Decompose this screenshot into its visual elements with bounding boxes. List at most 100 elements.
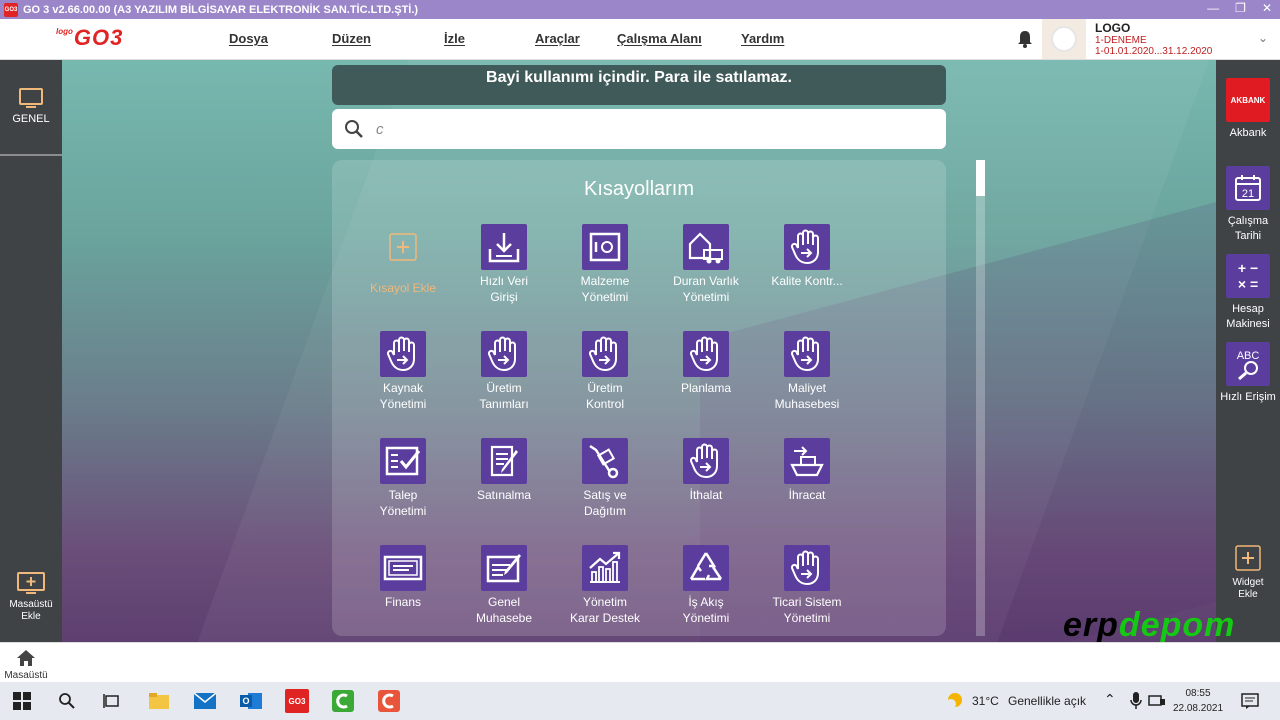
shortcut-label: İş Akış Yönetimi <box>682 595 730 625</box>
shortcut-item[interactable]: Üretim Kontrol <box>557 331 653 412</box>
search-input[interactable] <box>376 120 916 138</box>
sidebar-item-hesap-makinesi[interactable]: + − × = Hesap Makinesi <box>1216 254 1280 332</box>
hand-arrow-icon <box>481 331 527 377</box>
go3-taskbar-icon[interactable]: GO3 <box>285 689 309 713</box>
chevron-down-icon[interactable]: ⌄ <box>1258 31 1268 45</box>
app-green-icon[interactable] <box>331 689 355 713</box>
maximize-button[interactable]: ❐ <box>1235 1 1246 15</box>
shortcut-item[interactable]: Yönetim Karar Destek <box>557 545 653 626</box>
notification-icon[interactable] <box>1238 689 1262 713</box>
sidebar-item-calisma-tarihi[interactable]: 21 Çalışma Tarihi <box>1216 166 1280 244</box>
shortcut-item[interactable]: Hızlı Veri Girişi <box>456 224 552 305</box>
windows-start-icon[interactable] <box>10 689 34 713</box>
home-button[interactable]: Masaüstü <box>2 649 50 681</box>
add-shortcut-button[interactable]: Kısayol Ekle <box>355 224 451 296</box>
shortcut-item[interactable]: İthalat <box>658 438 754 503</box>
outlook-icon[interactable]: O <box>239 689 263 713</box>
widget-add-label: Widget Ekle <box>1232 577 1264 600</box>
sidebar-item-akbank[interactable]: AKBANK Akbank <box>1216 78 1280 141</box>
menu-izle[interactable]: İzle <box>444 31 465 46</box>
shortcut-label: Genel Muhasebe <box>475 595 533 625</box>
weather-temp[interactable]: 31°C <box>972 694 999 708</box>
close-button[interactable]: ✕ <box>1262 1 1272 15</box>
menu-calisma-alani[interactable]: Çalışma Alanı <box>617 31 702 46</box>
scrollbar-thumb[interactable] <box>976 160 985 196</box>
clock-time: 08:55 <box>1185 688 1211 699</box>
widget-add-button[interactable]: Widget Ekle <box>1216 544 1280 601</box>
hand-arrow-icon <box>582 331 628 377</box>
shortcut-item[interactable]: Maliyet Muhasebesi <box>759 331 855 412</box>
house-truck-icon <box>683 224 729 270</box>
bell-icon[interactable] <box>1015 29 1035 49</box>
menu-duzen[interactable]: Düzen <box>332 31 371 46</box>
home-icon <box>17 650 35 666</box>
hand-arrow-icon <box>784 331 830 377</box>
sidebar-label-hesap-makinesi: Hesap Makinesi <box>1226 303 1270 330</box>
shortcut-label: Satınalma <box>476 488 532 502</box>
shortcut-item[interactable]: Kaynak Yönetimi <box>355 331 451 412</box>
bottom-bar: Masaüstü <box>0 642 1280 682</box>
plus-box-icon <box>1235 545 1261 571</box>
menu-bar: logo GO3 Dosya Düzen İzle Araçlar Çalışm… <box>0 19 1280 60</box>
menu-dosya[interactable]: Dosya <box>229 31 268 46</box>
company-name: LOGO <box>1095 21 1131 35</box>
search-box[interactable] <box>332 109 946 149</box>
sidebar-label-akbank: Akbank <box>1229 127 1267 139</box>
desktop-add-button[interactable]: Masaüstü Ekle <box>0 572 62 623</box>
plus-icon <box>380 224 426 270</box>
network-icon[interactable] <box>1145 689 1169 713</box>
menu-yardim[interactable]: Yardım <box>741 31 784 46</box>
shortcut-item[interactable]: Üretim Tanımları <box>456 331 552 412</box>
minimize-button[interactable]: — <box>1207 1 1219 15</box>
chevron-up-icon[interactable]: ⌃ <box>1104 691 1116 708</box>
hand-arrow-icon <box>683 438 729 484</box>
hand-truck-icon <box>582 438 628 484</box>
shortcut-item[interactable]: Malzeme Yönetimi <box>557 224 653 305</box>
search-icon[interactable] <box>55 689 79 713</box>
shortcut-label: Üretim Tanımları <box>479 381 529 411</box>
sidebar-item-genel[interactable]: GENEL <box>0 88 62 156</box>
akbank-icon: AKBANK <box>1226 78 1270 122</box>
shortcut-item[interactable]: Talep Yönetimi <box>355 438 451 519</box>
mail-icon[interactable] <box>193 689 217 713</box>
shortcut-item[interactable]: Satış ve Dağıtım <box>557 438 653 519</box>
go3-logo: logo GO3 <box>56 25 124 50</box>
shortcut-item[interactable]: İş Akış Yönetimi <box>658 545 754 626</box>
weather-desc[interactable]: Genellikle açık <box>1008 694 1086 708</box>
sidebar-label-calisma-tarihi: Çalışma Tarihi <box>1227 215 1269 242</box>
home-label: Masaüstü <box>4 670 48 681</box>
hand-arrow-icon <box>683 331 729 377</box>
sidebar-item-hizli-erisim[interactable]: ABC Hızlı Erişim <box>1216 342 1280 405</box>
company-info[interactable]: LOGO 1-DENEME 1-01.01.2020...31.12.2020 <box>1095 21 1212 57</box>
shortcut-label: Kalite Kontr... <box>771 274 843 288</box>
desktop-add-label: Masaüstü Ekle <box>9 599 53 622</box>
clock[interactable]: 08:55 22.08.2021 <box>1168 686 1228 716</box>
shortcut-label: Malzeme Yönetimi <box>580 274 630 304</box>
task-view-icon[interactable] <box>100 689 124 713</box>
document-pen-icon <box>481 438 527 484</box>
shortcut-item[interactable]: İhracat <box>759 438 855 503</box>
ledger-pen-icon <box>481 545 527 591</box>
shortcut-item[interactable]: Satınalma <box>456 438 552 503</box>
svg-text:O: O <box>242 696 249 706</box>
shortcut-label: Ticari Sistem Yönetimi <box>772 595 842 625</box>
scrollbar-track[interactable] <box>976 160 985 636</box>
banknote-icon <box>380 545 426 591</box>
title-bar: GO3 GO 3 v2.66.00.00 (A3 YAZILIM BİLGİSA… <box>0 0 1280 19</box>
avatar[interactable] <box>1042 19 1086 59</box>
checklist-icon <box>380 438 426 484</box>
shortcut-item[interactable]: Genel Muhasebe <box>456 545 552 626</box>
shortcut-item[interactable]: Kalite Kontr... <box>759 224 855 289</box>
file-explorer-icon[interactable] <box>147 689 171 713</box>
monitor-plus-icon <box>17 572 45 594</box>
weather-icon[interactable] <box>942 689 966 713</box>
app-orange-icon[interactable] <box>377 689 401 713</box>
shortcut-label: Finans <box>384 595 422 609</box>
shortcut-item[interactable]: Duran Varlık Yönetimi <box>658 224 754 305</box>
menu-araclar[interactable]: Araçlar <box>535 31 580 46</box>
shortcut-item[interactable]: Finans <box>355 545 451 610</box>
shortcut-label: Duran Varlık Yönetimi <box>673 274 739 304</box>
shortcut-item[interactable]: Planlama <box>658 331 754 396</box>
shortcut-item[interactable]: Ticari Sistem Yönetimi <box>759 545 855 626</box>
shortcut-label: Kaynak Yönetimi <box>379 381 427 411</box>
